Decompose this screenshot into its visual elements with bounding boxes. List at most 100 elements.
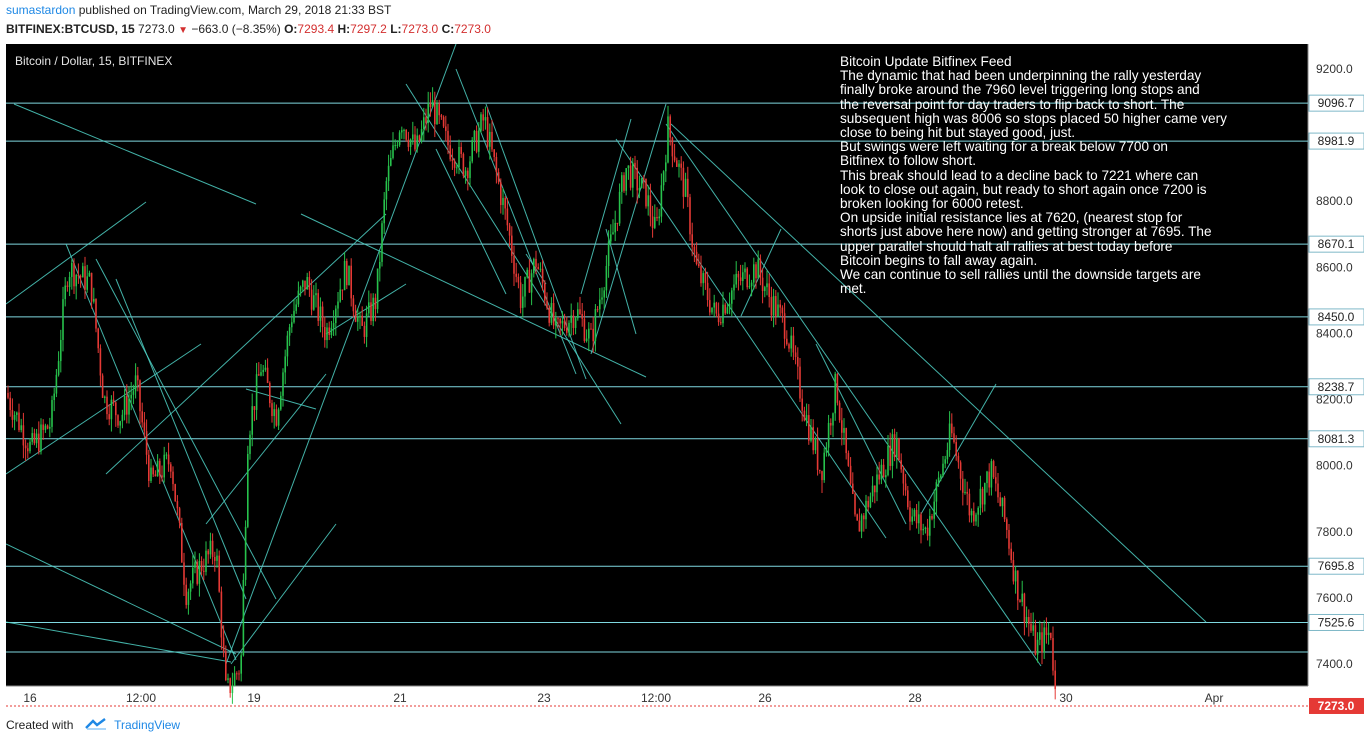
candle-body [365,313,368,337]
candle-body [986,471,988,484]
candle-body [973,511,975,522]
candle-body [154,474,157,477]
candle-body [1010,548,1012,561]
candle-body [592,328,594,342]
candle-body [502,198,504,206]
candle-body [97,328,99,349]
candle-body [907,490,909,508]
candle-body [1045,627,1048,636]
candle-body [64,285,66,300]
candle-body [1054,670,1056,690]
candle-body [216,555,218,561]
x-tick-label: 30 [1059,691,1073,705]
candle-body [13,414,16,420]
candle-body [339,289,341,302]
candle-body [335,308,337,324]
candle-body [665,162,667,172]
candle-body [911,516,913,522]
candle-body [343,260,346,291]
candle-body [856,514,858,521]
candle-body [900,460,902,470]
candle-body [871,485,874,497]
candle-body [733,284,735,291]
candle-body [603,290,605,298]
candle-body [781,307,784,314]
candle-body [748,286,751,288]
candle-body [948,423,951,451]
candle-body [207,550,209,555]
candle-body [456,167,458,169]
footer: Created with TradingView [6,718,180,733]
candle-body [1047,632,1050,636]
candle-body [392,145,394,158]
candle-body [38,433,40,452]
created-with-label: Created with [6,718,74,732]
note-line: subsequent high was 8006 so stops placed… [840,110,1227,126]
author-link[interactable]: sumastardon [6,3,75,17]
candle-body [909,507,911,522]
level-label: 8081.3 [1318,432,1355,446]
candle-body [693,246,696,252]
candle-body [372,297,374,322]
candle-body [35,433,38,444]
candle-body [599,299,601,310]
candle-body [71,263,73,277]
candle-body [869,496,872,508]
tradingview-link[interactable]: TradingView [114,718,180,732]
y-tick-label: 8800.0 [1316,194,1353,208]
note-line: broken looking for 6000 retest. [840,196,1024,212]
candle-body [299,286,302,291]
candle-body [834,373,836,414]
candle-body [515,273,517,277]
candle-body [401,130,403,133]
candle-body [511,235,513,256]
candle-body [896,438,898,458]
note-line: Bitcoin Update Bitfinex Feed [840,54,1012,69]
candle-body [449,145,451,160]
candle-body [62,299,64,340]
x-tick-label: 23 [537,691,551,705]
candle-body [469,161,471,178]
candle-body [359,315,361,318]
candle-body [183,562,185,585]
candle-body [863,515,865,520]
candle-body [282,372,284,396]
candle-body [590,328,592,330]
close-label: C: [441,22,455,36]
candle-body [295,304,297,311]
candle-body [152,467,154,475]
candle-body [148,454,150,481]
candle-body [720,322,722,324]
candle-body [750,282,753,287]
candle-body [658,216,660,219]
y-tick-label: 7800.0 [1316,525,1353,539]
candle-body [1006,519,1008,530]
candle-body [236,673,238,675]
candle-body [73,263,75,287]
candle-body [104,396,106,398]
candle-body [128,398,130,415]
candle-body [313,295,315,310]
candle-body [233,673,236,686]
note-line: shorts just above here now) and getting … [840,224,1212,240]
candle-body [361,315,363,326]
candle-body [18,412,20,431]
x-tick-label: 28 [908,691,922,705]
candle-body [867,500,869,508]
candle-body [535,258,537,267]
candle-body [134,375,137,392]
candle-body [933,501,935,519]
price-chart[interactable]: 9200.0 8800.0 8600.0 8400.0 8200.0 8000.0 7800… [6,44,1364,714]
candle-body [940,475,942,478]
candle-body [317,293,319,321]
candle-body [420,129,423,141]
y-tick-label: 7600.0 [1316,591,1353,605]
candle-body [858,520,861,532]
candle-body [645,178,647,207]
candle-body [396,144,399,146]
candle-body [1028,616,1030,624]
candle-body [491,131,493,150]
candle-body [42,424,44,430]
candle-body [368,302,370,314]
candle-body [418,135,421,141]
